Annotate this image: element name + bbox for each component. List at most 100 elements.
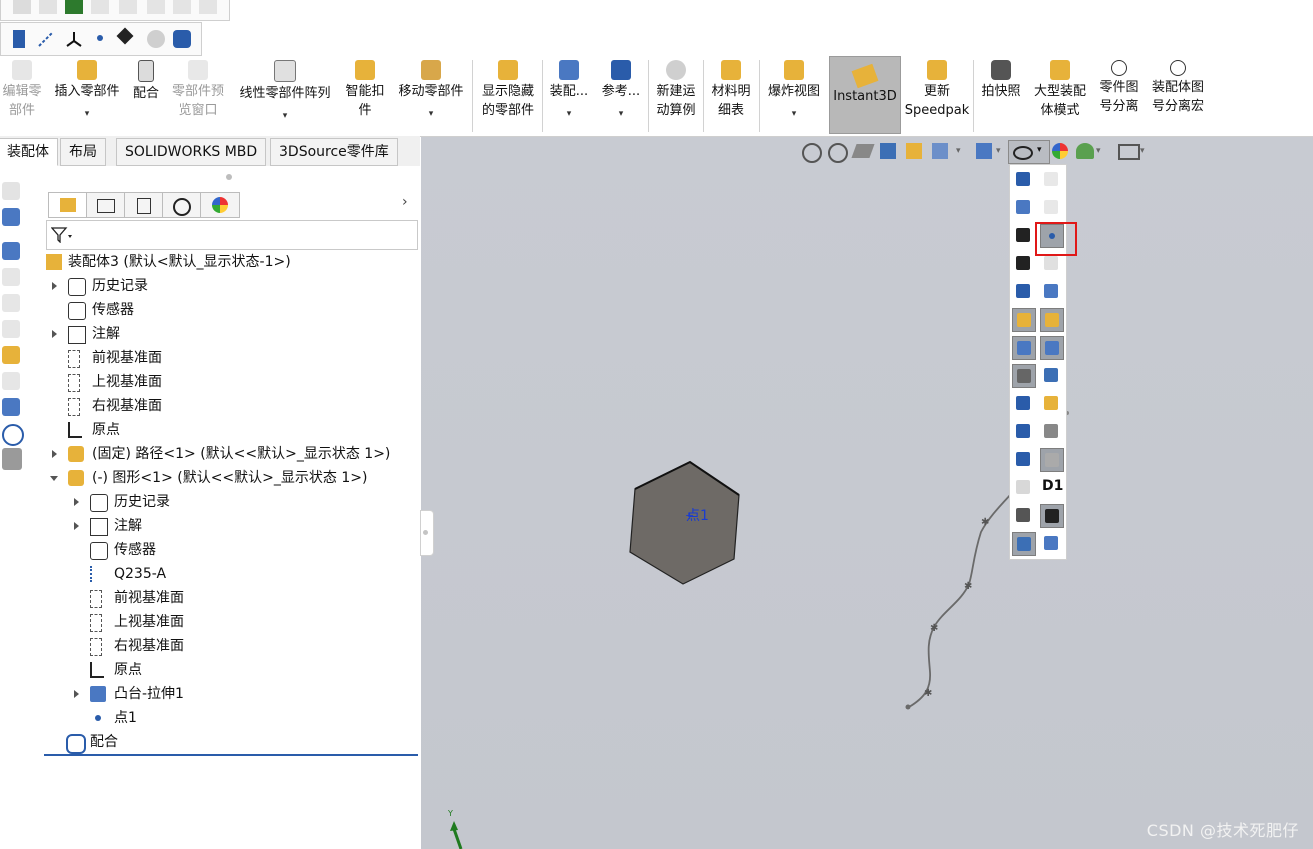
hexagon-body[interactable]	[629, 461, 740, 585]
tab-dimxpert[interactable]	[162, 192, 202, 218]
tree-item[interactable]: 注解	[74, 514, 142, 538]
tree-item[interactable]: 注解	[52, 322, 120, 346]
filter-bar[interactable]	[46, 220, 418, 250]
temp-axis-icon[interactable]	[1040, 196, 1062, 218]
new-motion-study-button[interactable]: 新建运 动算例	[652, 60, 700, 120]
chevron-down-icon[interactable]: ▾	[1096, 146, 1101, 156]
mini-icon[interactable]	[2, 182, 20, 200]
expand-right-icon[interactable]	[52, 450, 57, 458]
tree-item[interactable]: 历史记录	[74, 490, 170, 514]
plane-faded-icon[interactable]	[1040, 168, 1062, 190]
section-view-icon[interactable]	[880, 143, 896, 159]
tree-item[interactable]: (固定) 路径<1> (默认<<默认>_显示状态 1>)	[52, 442, 390, 466]
tab-feature-tree[interactable]	[48, 192, 88, 218]
origin-axes-icon[interactable]	[1012, 364, 1036, 388]
update-speedpak-button[interactable]: 更新 Speedpak	[904, 60, 970, 120]
mini-icon[interactable]	[2, 242, 20, 260]
weld-icon[interactable]	[1012, 448, 1034, 470]
point-label[interactable]: 点1	[686, 505, 709, 525]
mini-icon[interactable]	[2, 268, 20, 286]
path-endpoint[interactable]	[905, 704, 911, 710]
tree-item[interactable]: 右视基准面	[68, 394, 162, 418]
chevron-right-icon[interactable]: ›	[402, 194, 408, 210]
plane-icon[interactable]	[1012, 168, 1034, 190]
panel-splitter[interactable]	[420, 510, 434, 556]
origin-icon[interactable]	[1012, 252, 1034, 274]
toolbar-icon-3[interactable]	[65, 0, 83, 14]
tree-item[interactable]: 原点	[90, 658, 142, 682]
chevron-down-icon[interactable]: ▾	[546, 109, 592, 119]
path-curve[interactable]	[908, 492, 1013, 708]
point-icon[interactable]	[97, 35, 103, 41]
apply-scene-icon[interactable]	[1076, 143, 1094, 159]
mini-icon[interactable]	[2, 424, 24, 446]
expand-right-icon[interactable]	[52, 282, 57, 290]
solid-body-icon[interactable]	[1040, 448, 1064, 472]
decal-icon[interactable]	[1012, 504, 1034, 526]
chevron-down-icon[interactable]: ▾	[394, 109, 468, 119]
tab-property-manager[interactable]	[86, 192, 126, 218]
exploded-view-button[interactable]: 爆炸视图 ▾	[762, 60, 826, 119]
axis-icon[interactable]	[1012, 196, 1034, 218]
tree-item[interactable]: 原点	[68, 418, 120, 442]
expand-right-icon[interactable]	[74, 690, 79, 698]
tree-item[interactable]: 传感器	[68, 298, 134, 322]
coordinate-system-icon[interactable]	[65, 30, 83, 48]
sketch-icon[interactable]	[1040, 336, 1064, 360]
filter-icon[interactable]	[51, 227, 73, 243]
tree-item[interactable]: (-) 图形<1> (默认<<默认>_显示状态 1>)	[50, 466, 367, 490]
rollback-bar[interactable]	[44, 754, 418, 756]
bounding-box-icon[interactable]	[173, 30, 191, 48]
cylinder-icon[interactable]	[1040, 420, 1062, 442]
tree-item[interactable]: 传感器	[90, 538, 156, 562]
panel-handle[interactable]	[226, 174, 232, 180]
axis-icon[interactable]	[37, 30, 55, 48]
tree-item[interactable]: Q235-A	[90, 562, 166, 586]
expand-down-icon[interactable]	[50, 476, 58, 481]
mini-icon[interactable]	[2, 398, 20, 416]
view-orientation-icon[interactable]	[932, 143, 948, 159]
mate-button[interactable]: 配合	[128, 60, 164, 103]
settings-icon[interactable]	[1012, 532, 1036, 556]
tree-item[interactable]: 上视基准面	[68, 370, 162, 394]
curve-icon[interactable]	[1012, 280, 1034, 302]
insert-component-button[interactable]: 插入零部件 ▾	[50, 60, 124, 119]
tree-item[interactable]: 历史记录	[52, 274, 148, 298]
tree-item[interactable]: 右视基准面	[90, 634, 184, 658]
tree-item[interactable]: 配合	[66, 730, 118, 754]
move-component-button[interactable]: 移动零部件 ▾	[394, 60, 468, 119]
dynamic-annotation-icon[interactable]	[906, 143, 922, 159]
hide-show-items-button[interactable]: ▾	[1008, 140, 1050, 164]
mini-icon[interactable]	[2, 346, 20, 364]
tab-3dsource[interactable]: 3DSource零件库	[270, 138, 398, 166]
tree-item[interactable]: 点1	[90, 706, 137, 730]
mate-reference-icon[interactable]	[116, 27, 134, 45]
grid-icon[interactable]	[1012, 392, 1034, 414]
toolbar-icon-4[interactable]	[91, 0, 109, 14]
sketch-dimension-icon[interactable]	[1012, 308, 1036, 332]
linear-pattern-button[interactable]: 线性零部件阵列 ▾	[234, 60, 336, 121]
chevron-down-icon[interactable]: ▾	[234, 111, 336, 121]
chevron-down-icon[interactable]: ▾	[598, 109, 644, 119]
instant3d-mini-icon[interactable]	[2, 448, 22, 470]
take-snapshot-button[interactable]: 拍快照	[976, 60, 1026, 101]
center-of-mass-icon[interactable]	[1040, 504, 1064, 528]
show-hidden-components-button[interactable]: 显示隐藏 的零部件	[476, 60, 540, 120]
tree-root[interactable]: 装配体3 (默认<默认_显示状态-1>)	[46, 250, 291, 274]
chevron-down-icon[interactable]: ▾	[762, 109, 826, 119]
sketch-relation-icon[interactable]	[1012, 336, 1036, 360]
assembly-features-button[interactable]: 装配... ▾	[546, 60, 592, 119]
toolbar-icon-8[interactable]	[199, 0, 217, 14]
toolbar-icon-5[interactable]	[119, 0, 137, 14]
routing-icon[interactable]	[1012, 476, 1034, 498]
expand-right-icon[interactable]	[74, 522, 79, 530]
tree-item[interactable]: 上视基准面	[90, 610, 184, 634]
surface-icon[interactable]	[1040, 280, 1062, 302]
gears-icon[interactable]	[1040, 532, 1062, 554]
tab-assembly[interactable]: 装配体	[0, 138, 58, 166]
tree-item[interactable]: 前视基准面	[68, 346, 162, 370]
d1-label[interactable]: D1	[1040, 476, 1063, 498]
toolbar-icon-1[interactable]	[13, 0, 31, 14]
component-preview-button[interactable]: 零部件预 览窗口	[168, 60, 228, 120]
bill-of-materials-button[interactable]: 材料明 细表	[706, 60, 756, 120]
